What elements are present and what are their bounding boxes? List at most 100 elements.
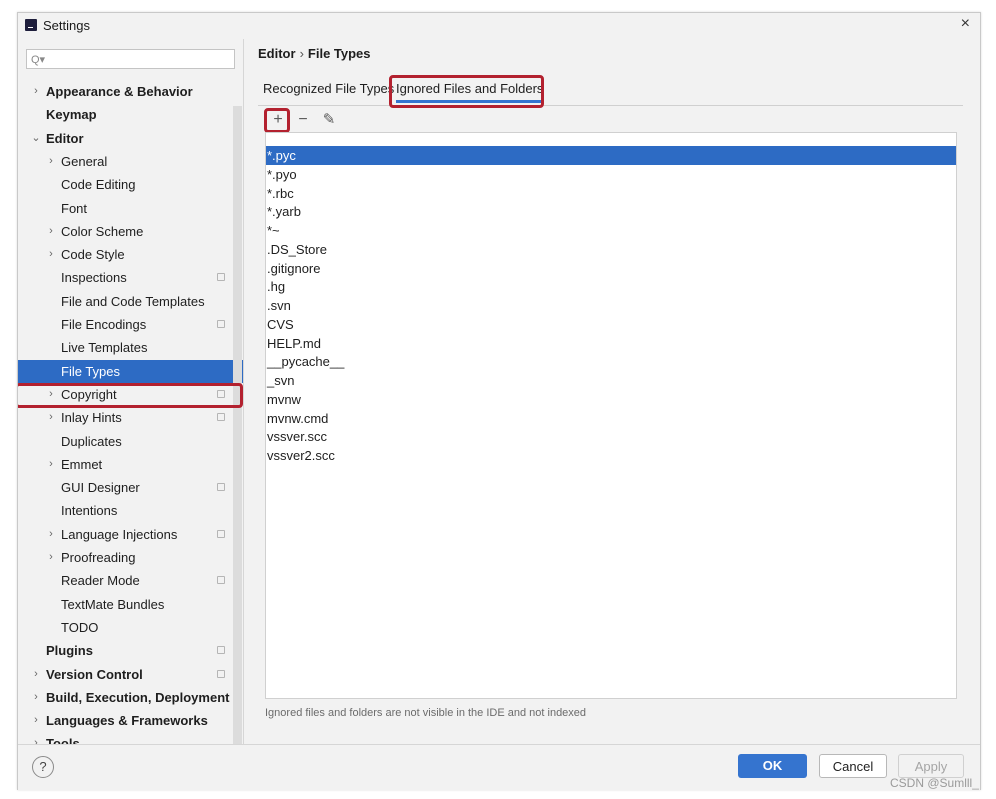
list-item[interactable]: vssver2.scc (266, 446, 956, 465)
sidebar-item[interactable]: File Types (18, 359, 243, 383)
sidebar-item[interactable]: › Languages & Frameworks (18, 709, 243, 732)
remove-icon[interactable]: − (293, 110, 313, 130)
chevron-right-icon[interactable]: › (31, 732, 41, 744)
project-scope-icon (217, 389, 225, 398)
sidebar-item[interactable]: › Language Injections (18, 523, 243, 546)
sidebar-item[interactable]: › Copyright (18, 383, 243, 406)
sidebar-item-label: Live Templates (61, 340, 148, 356)
sidebar-item-label: Editor (46, 130, 84, 146)
help-icon[interactable]: ? (32, 756, 54, 778)
chevron-right-icon[interactable]: › (31, 663, 41, 686)
sidebar-item[interactable]: Keymap (18, 103, 243, 126)
ignored-files-list[interactable]: *.pyc *.pyo *.rbc *.yarb *~ .DS_Store .gitigno… (265, 132, 957, 699)
sidebar-item[interactable]: TextMate Bundles (18, 593, 243, 616)
ignored-hint-text: Ignored files and folders are not visibl… (265, 707, 587, 719)
tab-strip: Recognized File Types Ignored Files and … (258, 77, 963, 106)
apply-button[interactable]: Apply (898, 754, 964, 778)
sidebar-scrollbar[interactable] (233, 106, 242, 744)
sidebar-item-label: Keymap (46, 107, 97, 123)
list-item[interactable]: *.rbc (266, 184, 956, 203)
sidebar-item-label: Copyright (61, 386, 117, 402)
sidebar-item-label: Inlay Hints (61, 410, 122, 426)
sidebar-item-label: Emmet (61, 456, 103, 472)
sidebar-item-label: TODO (61, 619, 99, 635)
chevron-right-icon[interactable]: › (46, 150, 56, 173)
ok-button[interactable]: OK (738, 754, 807, 778)
sidebar-item[interactable]: › General (18, 150, 243, 173)
sidebar-item-label: Inspections (61, 270, 127, 286)
project-scope-icon (217, 669, 225, 678)
list-toolbar: + − ✎ (266, 110, 416, 132)
chevron-right-icon[interactable]: › (46, 243, 56, 266)
sidebar-item[interactable]: › Color Scheme (18, 220, 243, 243)
add-icon[interactable]: + (268, 110, 288, 130)
breadcrumb: Editor › File Types (258, 46, 371, 61)
chevron-right-icon[interactable]: › (46, 546, 56, 569)
chevron-right-icon[interactable]: › (46, 220, 56, 243)
chevron-down-icon[interactable]: ⌄ (31, 127, 41, 150)
sidebar-item[interactable]: › Emmet (18, 453, 243, 476)
sidebar-item[interactable]: Inspections (18, 266, 243, 289)
list-item[interactable]: CVS (266, 315, 956, 334)
sidebar-item[interactable]: GUI Designer (18, 476, 243, 499)
chevron-right-icon[interactable]: › (46, 523, 56, 546)
search-input[interactable]: Q▾ (26, 49, 235, 69)
sidebar-item[interactable]: TODO (18, 616, 243, 639)
chevron-right-icon[interactable]: › (31, 709, 41, 732)
settings-sidebar: Q▾ › Appearance & Behavior Keymap ⌄ Editor › G… (18, 39, 243, 744)
sidebar-item[interactable]: Duplicates (18, 430, 243, 453)
list-item[interactable]: mvnw.cmd (266, 409, 956, 428)
list-item[interactable]: .gitignore (266, 259, 956, 278)
sidebar-item-label: Code Style (61, 247, 125, 263)
chevron-right-icon[interactable]: › (46, 383, 56, 406)
list-item[interactable]: *.yarb (266, 202, 956, 221)
sidebar-item-label: Intentions (61, 503, 118, 519)
project-scope-icon (217, 483, 225, 492)
sidebar-item[interactable]: Reader Mode (18, 569, 243, 592)
chevron-right-icon[interactable]: › (31, 686, 41, 709)
sidebar-item[interactable]: ⌄ Editor (18, 127, 243, 150)
list-item[interactable]: __pycache__ (266, 352, 956, 371)
search-icon: Q▾ (31, 54, 46, 66)
chevron-right-icon[interactable]: › (46, 406, 56, 429)
tab-recognized-file-types[interactable]: Recognized File Types (263, 81, 394, 97)
list-item[interactable]: .hg (266, 277, 956, 296)
tab-ignored-files-and-folders[interactable]: Ignored Files and Folders (396, 81, 544, 103)
sidebar-item[interactable]: File and Code Templates (18, 290, 243, 313)
sidebar-item[interactable]: Live Templates (18, 336, 243, 359)
list-item[interactable]: *.pyo (266, 165, 956, 184)
sidebar-item[interactable]: › Version Control (18, 663, 243, 686)
sidebar-item[interactable]: › Tools (18, 732, 243, 744)
sidebar-item[interactable]: Font (18, 197, 243, 220)
sidebar-item[interactable]: › Inlay Hints (18, 406, 243, 429)
project-scope-icon (217, 576, 225, 585)
settings-dialog: Settings × Q▾ › Appearance & Behavior Keym… (17, 12, 981, 790)
list-item[interactable]: *.pyc (266, 146, 956, 165)
sidebar-item-label: Duplicates (61, 433, 122, 449)
sidebar-item-label: Plugins (46, 643, 93, 659)
sidebar-item[interactable]: Intentions (18, 499, 243, 522)
sidebar-item-label: GUI Designer (61, 480, 140, 496)
list-item[interactable]: HELP.md (266, 334, 956, 353)
list-item[interactable]: *~ (266, 221, 956, 240)
list-item[interactable]: mvnw (266, 390, 956, 409)
breadcrumb-parent[interactable]: Editor (258, 46, 296, 61)
close-icon[interactable]: × (961, 15, 970, 33)
sidebar-item[interactable]: Code Editing (18, 173, 243, 196)
edit-pencil-icon[interactable]: ✎ (319, 110, 339, 130)
sidebar-item[interactable]: › Build, Execution, Deployment (18, 686, 243, 709)
list-item[interactable]: .svn (266, 296, 956, 315)
sidebar-item[interactable]: › Proofreading (18, 546, 243, 569)
sidebar-item[interactable]: › Code Style (18, 243, 243, 266)
chevron-right-icon[interactable]: › (31, 80, 41, 103)
project-scope-icon (217, 646, 225, 655)
sidebar-item-label: Version Control (46, 666, 143, 682)
sidebar-item[interactable]: › Appearance & Behavior (18, 80, 243, 103)
list-item[interactable]: _svn (266, 371, 956, 390)
sidebar-item[interactable]: Plugins (18, 639, 243, 662)
cancel-button[interactable]: Cancel (819, 754, 887, 778)
chevron-right-icon[interactable]: › (46, 453, 56, 476)
list-item[interactable]: vssver.scc (266, 427, 956, 446)
sidebar-item[interactable]: File Encodings (18, 313, 243, 336)
list-item[interactable]: .DS_Store (266, 240, 956, 259)
